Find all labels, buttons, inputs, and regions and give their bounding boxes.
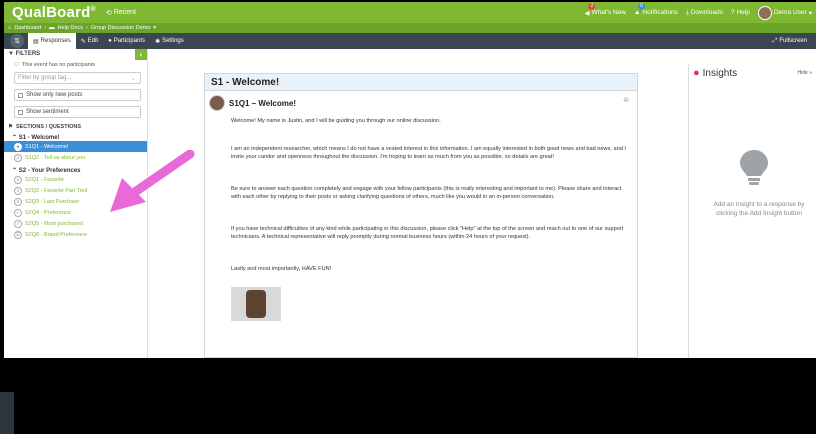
home-icon: ⌂ <box>8 25 12 31</box>
download-icon: ⤓ <box>685 8 689 16</box>
insights-panel: ● Insights Hide » Add an insight to a re… <box>688 64 816 358</box>
tab-edit[interactable]: ✎ Edit <box>76 33 103 49</box>
filter-icon: ▼ <box>8 51 14 57</box>
clock-icon: ⟲ <box>105 9 112 17</box>
show-sentiment-checkbox[interactable]: Show sentiment <box>14 106 141 118</box>
post-body: Welcome! My name is Justin, and I will b… <box>205 117 637 273</box>
tab-participants[interactable]: ● Participants <box>103 33 150 49</box>
brand-logo[interactable]: QualBoard® <box>12 4 96 21</box>
notifications-link[interactable]: ▲ 0 Notifications <box>633 3 678 16</box>
section-title: S1 - Welcome! <box>205 74 637 91</box>
chevron-down-icon: ⌄ <box>130 75 136 82</box>
sidebar-toggle-button[interactable]: ⇅ <box>10 34 24 48</box>
tab-settings[interactable]: ✱ Settings <box>150 33 189 49</box>
top-bar: QualBoard® ⟲ Recent ◀ 2 What's New ▲ 0 Notifi… <box>4 2 816 23</box>
breadcrumb-group-discussion[interactable]: Group Discussion Demo <box>91 25 151 31</box>
question-status-icon: ✓ <box>14 219 22 228</box>
background-corner <box>0 392 14 434</box>
lightbulb-icon: ● <box>693 67 700 79</box>
show-new-posts-checkbox[interactable]: Show only new posts <box>14 89 141 101</box>
screenshot-frame: QualBoard® ⟲ Recent ◀ 2 What's New ▲ 0 Notifi… <box>0 0 816 434</box>
top-nav: ◀ 2 What's New ▲ 0 Notifications ⤓ Downloads … <box>584 2 816 20</box>
bell-icon: ▲ <box>633 9 641 16</box>
question-panel: S1 - Welcome! S1Q1 – Welcome! ⊘ Welcome!… <box>204 73 638 358</box>
paragraph: Be sure to answer each question complete… <box>231 186 622 200</box>
edit-icon: ✎ <box>80 38 86 45</box>
question-s2q6[interactable]: ☰ S2Q6 - Brand Preference <box>4 229 147 240</box>
question-status-icon: ≡ <box>14 197 22 206</box>
help-icon: ? <box>730 9 735 16</box>
tab-responses[interactable]: ▤ Responses <box>28 33 76 49</box>
post-title: S1Q1 – Welcome! <box>229 98 296 108</box>
eye-slash-icon[interactable]: ⊘ <box>623 96 629 104</box>
responses-icon: ▤ <box>33 38 39 45</box>
question-status-icon: ≡ <box>14 175 22 184</box>
question-status-icon: ☰ <box>14 230 22 239</box>
whats-new-link[interactable]: ◀ 2 What's New <box>584 2 626 17</box>
breadcrumb: ⌂ Dashboard › ▬ Help Docs › Group Discussi… <box>4 23 816 33</box>
recent-button[interactable]: ⟲ Recent <box>106 9 136 17</box>
portrait <box>246 290 266 318</box>
breadcrumb-help-docs[interactable]: Help Docs <box>58 25 83 31</box>
expand-icon: ⤢ <box>772 37 778 44</box>
paragraph: I am an independent researcher, which me… <box>231 146 626 160</box>
paragraph: Welcome! My name is Justin, and I will b… <box>231 118 441 124</box>
chevron-down-icon: ▾ <box>808 9 812 17</box>
sections-icon: ⚑ <box>8 124 13 130</box>
sections-header: ⚑ SECTIONS / QUESTIONS <box>8 124 82 130</box>
group-tag-filter[interactable]: Filter by group tag... ⌄ <box>14 72 141 84</box>
avatar <box>209 95 225 111</box>
collapse-sidebar-button[interactable]: ‹ <box>135 49 147 60</box>
filters-header: ▼ FILTERS ‹ <box>4 49 147 60</box>
participants-icon: ⚇ <box>14 62 19 68</box>
question-s2q5[interactable]: ✓ S2Q5 - Most purchased <box>4 218 147 229</box>
notifications-badge: 0 <box>637 3 645 10</box>
no-participants-note: ⚇ This event has no participants <box>14 62 96 68</box>
annotation-arrow <box>110 150 195 212</box>
question-status-icon: ✓ <box>14 208 22 217</box>
downloads-link[interactable]: ⤓ Downloads <box>686 9 723 17</box>
fullscreen-button[interactable]: ⤢ Fullscreen <box>768 33 813 49</box>
question-status-icon: ≡ <box>14 186 22 195</box>
paragraph: Lastly and most importantly, HAVE FUN! <box>231 266 332 272</box>
folder-icon: ▬ <box>49 25 55 31</box>
post-header: S1Q1 – Welcome! <box>205 91 637 111</box>
insights-header: ● Insights Hide » <box>693 67 812 79</box>
megaphone-icon: ◀ <box>584 9 590 17</box>
tab-bar: ⇅ ▤ Responses ✎ Edit ● Participants ✱ Settin… <box>4 33 816 49</box>
lightbulb-icon <box>740 150 768 185</box>
breadcrumb-dashboard[interactable]: Dashboard <box>14 25 41 31</box>
avatar <box>757 5 772 20</box>
hide-insights-button[interactable]: Hide » <box>798 70 812 76</box>
paragraph: If you have technical difficulties of an… <box>231 226 624 240</box>
question-status-icon: ● <box>14 142 22 151</box>
post-image[interactable] <box>231 287 281 321</box>
user-menu[interactable]: Demo User ▾ <box>757 5 812 20</box>
question-status-icon: ≡ <box>14 153 22 162</box>
section-s1[interactable]: ⌃ S1 - Welcome! <box>4 134 147 141</box>
user-icon: ● <box>108 38 112 44</box>
help-link[interactable]: ? Help <box>731 9 750 16</box>
insights-empty-message: Add an insight to a response by clicking… <box>713 201 805 217</box>
gear-icon: ✱ <box>155 38 161 45</box>
